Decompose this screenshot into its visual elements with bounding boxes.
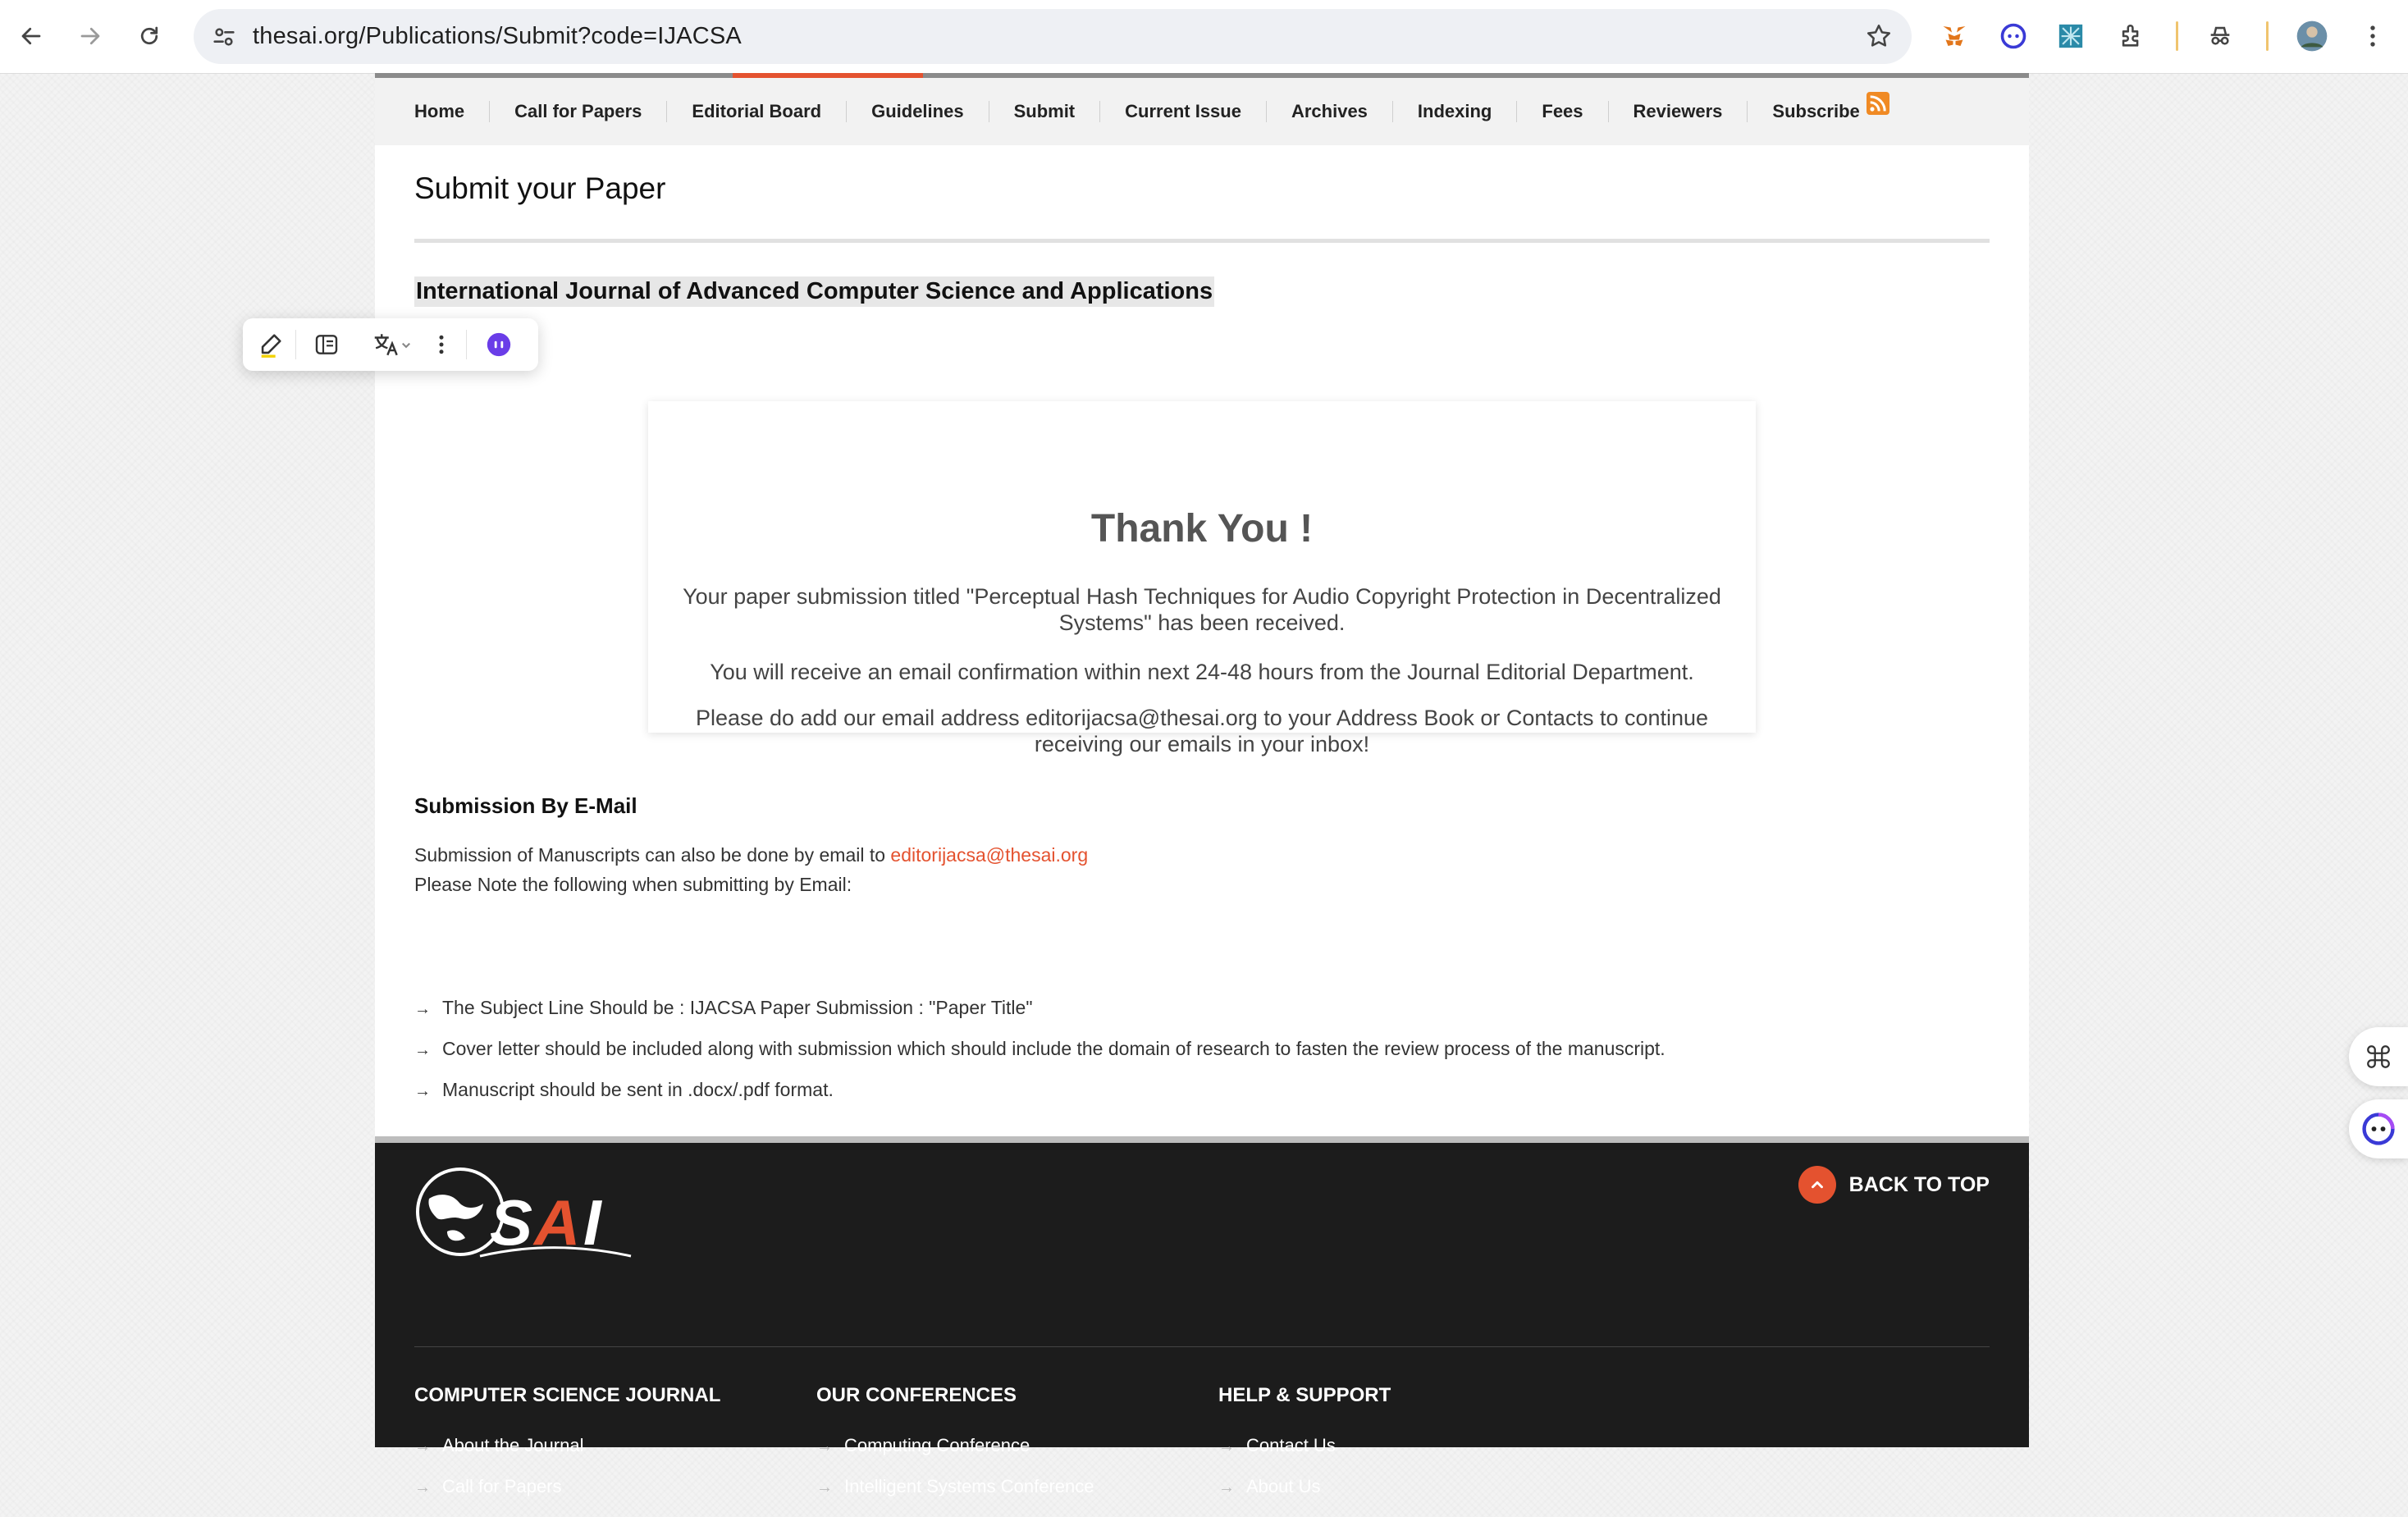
browser-toolbar: thesai.org/Publications/Submit?code=IJAC…	[0, 0, 2408, 74]
assistant-extension-icon[interactable]	[1995, 18, 2031, 54]
rss-feed-icon[interactable]	[1866, 92, 1889, 115]
footer-link-call-for-papers[interactable]: → Call for Papers	[414, 1476, 720, 1517]
svg-text:I: I	[583, 1186, 602, 1259]
toolbar-divider	[295, 330, 296, 359]
nav-fees[interactable]: Fees	[1516, 101, 1607, 122]
toolbar-divider	[466, 330, 467, 359]
email-note-text: Please Note the following when submittin…	[414, 874, 852, 895]
nav-archives[interactable]: Archives	[1265, 101, 1392, 122]
arrow-icon: →	[414, 1082, 431, 1100]
active-tab-indicator	[733, 73, 923, 78]
nav-current-issue[interactable]: Current Issue	[1099, 101, 1266, 122]
metamask-extension-icon[interactable]	[1936, 18, 1972, 54]
footer-column-conferences: OUR CONFERENCES → Computing Conference → I…	[816, 1384, 1094, 1517]
assistant-widget-icon[interactable]	[2349, 1099, 2408, 1158]
more-options-icon[interactable]	[425, 328, 458, 361]
nav-reviewers[interactable]: Reviewers	[1607, 101, 1748, 122]
address-book-text: Please do add our email address editorij…	[695, 706, 1709, 756]
toolbar-divider	[2266, 21, 2269, 51]
translate-icon[interactable]	[368, 328, 417, 361]
nav-home[interactable]: Home	[414, 101, 489, 122]
footer-link-intelligent-systems[interactable]: → Intelligent Systems Conference	[816, 1476, 1094, 1517]
notes-icon[interactable]	[310, 328, 343, 361]
nav-guidelines[interactable]: Guidelines	[846, 101, 988, 122]
site-settings-icon[interactable]	[210, 23, 238, 51]
nav-editorial-board[interactable]: Editorial Board	[666, 101, 846, 122]
back-to-top-button[interactable]: BACK TO TOP	[1798, 1166, 1990, 1204]
ai-assistant-icon[interactable]	[482, 328, 515, 361]
grid-extension-icon[interactable]	[2053, 18, 2089, 54]
submission-received-text: Your paper submission titled "Perceptual…	[683, 584, 1721, 635]
editor-email-link[interactable]: editorijacsa@thesai.org	[890, 844, 1088, 866]
back-icon[interactable]	[11, 16, 51, 56]
shortcut-command-icon[interactable]	[2349, 1027, 2408, 1086]
footer-link-about-us[interactable]: → About Us	[1218, 1476, 1391, 1517]
text-selection-toolbar	[243, 318, 538, 371]
email-confirmation-text: You will receive an email confirmation w…	[710, 660, 1694, 684]
footer-column-title: HELP & SUPPORT	[1218, 1384, 1391, 1406]
thank-you-heading: Thank You !	[1090, 507, 1314, 551]
footer-divider	[414, 1346, 1990, 1347]
journal-name-heading: International Journal of Advanced Comput…	[414, 276, 1215, 307]
chevron-up-icon	[1798, 1166, 1836, 1204]
page-title: Submit your Paper	[414, 171, 666, 205]
highlighter-icon[interactable]	[254, 328, 287, 361]
list-item: → Manuscript should be sent in .docx/.pdf…	[414, 1079, 834, 1100]
footer-column-title: COMPUTER SCIENCE JOURNAL	[414, 1384, 721, 1406]
footer-link-computing-conference[interactable]: → Computing Conference	[816, 1435, 1094, 1476]
page-container: Home Call for Papers Editorial Board Gui…	[375, 73, 2029, 1496]
nav-submit[interactable]: Submit	[988, 101, 1100, 122]
nav-indexing[interactable]: Indexing	[1391, 101, 1516, 122]
reload-icon[interactable]	[130, 16, 169, 56]
sai-logo[interactable]: S A I	[414, 1166, 633, 1261]
footer-column-journal: COMPUTER SCIENCE JOURNAL → About the Jour…	[414, 1384, 720, 1517]
email-submission-text: Submission of Manuscripts can also be do…	[414, 844, 1089, 866]
arrow-icon: →	[414, 1041, 431, 1059]
footer-link-contact-us[interactable]: → Contact Us	[1218, 1435, 1391, 1476]
submission-by-email-heading: Submission By E-Mail	[414, 793, 637, 818]
incognito-icon[interactable]	[2202, 18, 2238, 54]
arrow-icon: →	[414, 1000, 431, 1018]
address-bar[interactable]: thesai.org/Publications/Submit?code=IJAC…	[194, 9, 1912, 64]
email-guidelines-list: → The Subject Line Should be : IJACSA Pap…	[414, 995, 1665, 1118]
nav-call-for-papers[interactable]: Call for Papers	[489, 101, 666, 122]
thank-you-card: Thank You ! Your paper submission titled…	[648, 401, 1756, 756]
footer-column-title: OUR CONFERENCES	[816, 1384, 1017, 1406]
forward-icon[interactable]	[71, 16, 110, 56]
back-to-top-label: BACK TO TOP	[1848, 1172, 1990, 1196]
url-text[interactable]: thesai.org/Publications/Submit?code=IJAC…	[253, 9, 742, 64]
list-item: → Cover letter should be included along w…	[414, 1038, 1665, 1059]
browser-menu-icon[interactable]	[2355, 18, 2391, 54]
profile-avatar[interactable]	[2294, 18, 2330, 54]
footer-column-help: HELP & SUPPORT → Contact Us → About Us	[1218, 1384, 1391, 1517]
bookmark-star-icon[interactable]	[1864, 21, 1894, 51]
extensions-puzzle-icon[interactable]	[2113, 18, 2150, 54]
nav-subscribe[interactable]: Subscribe	[1747, 92, 1913, 122]
main-navigation: Home Call for Papers Editorial Board Gui…	[375, 73, 2029, 145]
site-footer: S A I BACK TO TOP COMPUTER SCIENCE JOURN…	[375, 1136, 2029, 1496]
list-item: → The Subject Line Should be : IJACSA Pap…	[414, 997, 1033, 1018]
footer-link-about-journal[interactable]: → About the Journal	[414, 1435, 720, 1476]
title-divider	[414, 239, 1990, 243]
toolbar-divider	[2176, 21, 2178, 51]
